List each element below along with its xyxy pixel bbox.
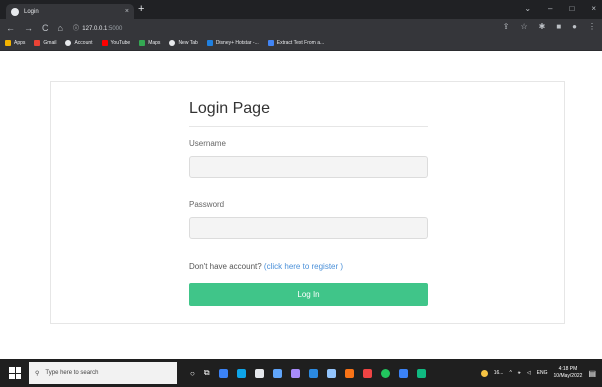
app-icon-7[interactable] [326, 368, 336, 378]
language-indicator[interactable]: ENG [537, 370, 548, 376]
site-info-icon[interactable]: ⓘ [73, 26, 79, 32]
register-prompt-text: Don't have account? [189, 262, 262, 271]
system-tray: 16... ^ ⚹ ◁ ENG 4:18 PM 10/May/2022 ▤ [480, 366, 602, 380]
bookmark-youtube[interactable]: YouTube [101, 40, 130, 46]
hotstar-icon [206, 40, 213, 46]
clock-time: 4:18 PM [558, 366, 578, 372]
globe-icon [169, 40, 176, 46]
app-icon-8[interactable] [344, 368, 354, 378]
taskbar-search[interactable]: ⚲ Type here to search [29, 362, 177, 384]
home-button[interactable]: ⌂ [58, 23, 63, 33]
cortana-icon[interactable]: ○ [190, 369, 195, 378]
profile-icon[interactable]: ● [572, 22, 577, 31]
new-tab-button[interactable]: + [138, 4, 144, 15]
weather-icon[interactable] [480, 369, 488, 377]
chrome-icon[interactable] [380, 368, 390, 378]
username-input[interactable] [189, 156, 428, 178]
browser-tab[interactable]: Login × [6, 4, 134, 19]
toolbar-icons: ⇪ ☆ ✱ ■ ● ⋮ [503, 22, 596, 31]
task-view-icon[interactable]: ⧉ [204, 368, 210, 378]
app-icon-3[interactable] [254, 368, 264, 378]
bookmark-hotstar[interactable]: Disney+ Hotstar -... [206, 40, 259, 46]
register-prompt: Don't have account? (click here to regis… [189, 262, 428, 271]
tab-title: Login [24, 8, 39, 15]
bookmark-extract-text[interactable]: Extract Text From a... [267, 40, 324, 46]
browser-toolbar: ← → C ⌂ ⓘ 127.0.0.1:5000 ⇪ ☆ ✱ ■ ● ⋮ [0, 19, 602, 36]
tab-search-icon[interactable]: ⌄ [524, 4, 531, 13]
clock[interactable]: 4:18 PM 10/May/2022 [554, 366, 583, 380]
notifications-icon[interactable]: ▤ [588, 369, 596, 378]
back-button[interactable]: ← [6, 23, 15, 33]
maximize-button[interactable]: □ [569, 4, 574, 13]
app-icon-5[interactable] [290, 368, 300, 378]
taskbar-search-placeholder: Type here to search [45, 370, 99, 376]
url-port: :5000 [107, 26, 123, 32]
extract-text-icon [267, 40, 274, 46]
app-icon-12[interactable] [416, 368, 426, 378]
forward-button[interactable]: → [24, 23, 33, 33]
share-icon[interactable]: ⇪ [503, 22, 510, 31]
password-input[interactable] [189, 217, 428, 239]
bookmark-gmail[interactable]: Gmail [34, 40, 56, 46]
app-icon-9[interactable] [362, 368, 372, 378]
clock-date: 10/May/2022 [553, 373, 583, 379]
password-label: Password [189, 200, 225, 209]
bookmark-maps[interactable]: Maps [139, 40, 160, 46]
bookmark-new-tab[interactable]: New Tab [169, 40, 198, 46]
app-icon-11[interactable] [398, 368, 408, 378]
browser-titlebar: Login × + ⌄ – □ × [0, 0, 602, 19]
vscode-icon[interactable] [308, 368, 318, 378]
tab-close-icon[interactable]: × [125, 8, 129, 15]
app-icon-4[interactable] [272, 368, 282, 378]
nav-buttons: ← → C ⌂ [6, 23, 63, 33]
taskbar-apps: ○ ⧉ [190, 368, 426, 378]
app-icon-2[interactable] [236, 368, 246, 378]
page-title: Login Page [189, 100, 428, 127]
weather-text[interactable]: 16... [494, 370, 504, 376]
reload-button[interactable]: C [42, 23, 49, 33]
username-label: Username [189, 139, 226, 148]
bookmark-account[interactable]: Account [65, 40, 93, 46]
volume-icon[interactable]: ◁ [527, 370, 531, 376]
address-bar[interactable]: ⓘ 127.0.0.1:5000 [73, 23, 122, 32]
close-window-button[interactable]: × [591, 4, 596, 13]
star-icon[interactable]: ☆ [520, 22, 527, 31]
gmail-icon [34, 40, 41, 46]
sidepanel-icon[interactable]: ■ [556, 22, 561, 31]
page-viewport: Login Page Username Password Don't have … [0, 51, 602, 359]
network-icon[interactable]: ⚹ [518, 370, 521, 376]
globe-icon [65, 40, 72, 46]
bookmark-apps[interactable]: Apps [5, 40, 25, 46]
url-host: 127.0.0.1 [82, 26, 108, 32]
globe-icon [11, 7, 19, 16]
app-icon-1[interactable] [218, 368, 228, 378]
login-form: Login Page Username Password Don't have … [189, 100, 428, 306]
maps-icon [139, 40, 146, 46]
tray-chevron-icon[interactable]: ^ [509, 370, 511, 376]
minimize-button[interactable]: – [548, 4, 552, 13]
windows-start-icon[interactable] [9, 367, 21, 379]
login-button[interactable]: Log In [189, 283, 428, 306]
register-link[interactable]: (click here to register ) [264, 262, 343, 271]
window-controls: ⌄ – □ × [524, 4, 596, 13]
search-icon: ⚲ [35, 370, 40, 377]
apps-grid-icon [5, 40, 11, 46]
login-card: Login Page Username Password Don't have … [50, 81, 565, 324]
extensions-icon[interactable]: ✱ [539, 22, 546, 31]
bookmarks-bar: Apps Gmail Account YouTube Maps New Tab … [0, 36, 602, 51]
menu-icon[interactable]: ⋮ [588, 22, 596, 31]
windows-taskbar: ⚲ Type here to search ○ ⧉ 16... ^ ⚹ ◁ EN… [0, 359, 602, 387]
youtube-icon [101, 40, 108, 46]
